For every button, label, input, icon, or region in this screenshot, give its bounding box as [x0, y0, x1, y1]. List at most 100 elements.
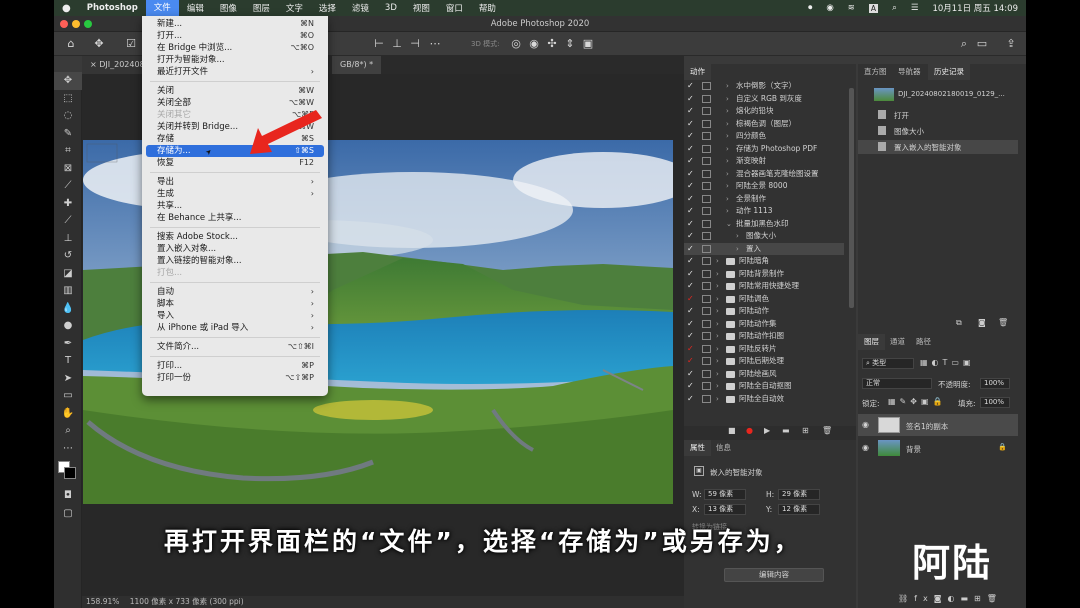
chevron-right-icon[interactable]: › [726, 193, 729, 206]
menu-item[interactable]: 打印... ⌘P [142, 360, 328, 372]
marquee-tool-icon[interactable]: ⬚ [54, 90, 82, 108]
align-center-icon[interactable]: ⊥ [390, 37, 404, 51]
3d-slide-icon[interactable]: ⇕ [563, 37, 577, 51]
checkmark-icon[interactable]: ✓ [687, 193, 694, 206]
background-color[interactable] [64, 467, 76, 479]
menu-item[interactable]: 文件简介... ⌥⇧⌘I [142, 341, 328, 353]
checkmark-icon[interactable]: ✓ [687, 105, 694, 118]
filter-icons[interactable]: ▦◐T▭▣ [920, 358, 975, 367]
search-icon[interactable]: ⌕ [892, 3, 897, 13]
lock-icons[interactable]: ▦✎✥▣🔒 [888, 397, 946, 406]
close-window-button[interactable] [60, 20, 68, 28]
checkmark-icon[interactable]: ✓ [687, 293, 694, 306]
checkmark-icon[interactable]: ✓ [687, 155, 694, 168]
chevron-right-icon[interactable]: › [726, 93, 729, 106]
checkmark-icon[interactable]: ✓ [687, 168, 694, 181]
new-layer-icon[interactable]: ⊞ [974, 594, 987, 603]
menu-layer[interactable]: 图层 [245, 2, 278, 14]
home-icon[interactable]: ⌂ [64, 37, 78, 51]
menu-photoshop[interactable]: Photoshop [79, 3, 146, 13]
chevron-right-icon[interactable]: › [716, 393, 719, 406]
chevron-right-icon[interactable]: › [726, 155, 729, 168]
action-row[interactable]: ✓ › 阿陆常用快捷处理 [684, 280, 844, 293]
play-icon[interactable]: ▶ [764, 426, 770, 435]
menu-window[interactable]: 窗口 [438, 2, 471, 14]
dialog-toggle[interactable] [702, 307, 711, 315]
delete-icon[interactable]: 🗑 [998, 318, 1008, 327]
search-icon[interactable]: ⌕ [957, 37, 971, 51]
checkmark-icon[interactable]: ✓ [687, 343, 694, 356]
chevron-right-icon[interactable]: › [716, 318, 719, 331]
eye-icon[interactable]: ◉ [826, 3, 833, 13]
zoom-tool-icon[interactable]: ⌕ [54, 422, 82, 440]
menu-item[interactable]: 共享... [142, 200, 328, 212]
wifi-icon[interactable]: ≋ [848, 3, 855, 13]
action-row[interactable]: ✓ › 四分颜色 [684, 130, 844, 143]
checkmark-icon[interactable]: ✓ [687, 218, 694, 231]
menu-item[interactable]: 脚本 › [142, 298, 328, 310]
action-row[interactable]: ✓ › 全景制作 [684, 193, 844, 206]
action-row[interactable]: ✓ › 阿陆后期处理 [684, 355, 844, 368]
document-tab[interactable]: × DJI_2024080 [82, 56, 150, 74]
move-tool-icon[interactable]: ✥ [54, 72, 82, 90]
height-input[interactable]: 29 像素 [778, 489, 820, 500]
menu-item[interactable]: 新建... ⌘N [142, 18, 328, 30]
dialog-toggle[interactable] [702, 182, 711, 190]
link-icon[interactable]: ⛓ [898, 594, 914, 603]
checkmark-icon[interactable]: ✓ [687, 380, 694, 393]
chevron-right-icon[interactable]: › [716, 305, 719, 318]
visibility-eye-icon[interactable]: ◉ [862, 420, 869, 429]
action-row[interactable]: ✓ › 存储为 Photoshop PDF [684, 143, 844, 156]
menu-item[interactable]: 打开为智能对象... [142, 54, 328, 66]
dialog-toggle[interactable] [702, 394, 711, 403]
history-snapshot[interactable]: DJI_20240802180019_0129_... [858, 86, 1018, 104]
fx-icon[interactable]: fx [914, 594, 934, 603]
auto-select-checkbox[interactable]: ☑ [124, 37, 138, 51]
chevron-down-icon[interactable]: ⌄ [726, 218, 732, 231]
menu-3d[interactable]: 3D [377, 3, 405, 13]
menu-item[interactable]: 搜索 Adobe Stock... [142, 231, 328, 243]
menu-select[interactable]: 选择 [311, 2, 344, 14]
action-row[interactable]: ✓ › 阿陆动作扣图 [684, 330, 844, 343]
quick-mask-icon[interactable]: ◘ [54, 487, 82, 505]
action-row[interactable]: ✓ › 阿陆调色 [684, 293, 844, 306]
share-icon[interactable]: ⇪ [1004, 37, 1018, 51]
checkmark-icon[interactable]: ✓ [687, 80, 694, 93]
menu-view[interactable]: 视图 [405, 2, 438, 14]
chevron-right-icon[interactable]: › [726, 105, 729, 118]
menu-item[interactable]: 在 Behance 上共享... [142, 212, 328, 224]
dialog-toggle[interactable] [702, 107, 711, 115]
brush-tool-icon[interactable]: ⟋ [54, 212, 82, 230]
chevron-right-icon[interactable]: › [716, 343, 719, 356]
action-row[interactable]: ✓ ⌄ 批量加黑色水印 [684, 218, 844, 231]
chevron-right-icon[interactable]: › [716, 368, 719, 381]
camera-icon[interactable]: ◙ [978, 318, 986, 327]
menu-edit[interactable]: 编辑 [179, 2, 212, 14]
visibility-eye-icon[interactable]: ◉ [862, 443, 869, 452]
document-tab-tail[interactable]: GB/8*) * [332, 56, 382, 74]
new-document-icon[interactable]: ⧉ [956, 318, 962, 328]
action-row[interactable]: ✓ › 阿陆动作集 [684, 318, 844, 331]
pen-tool-icon[interactable]: ✒ [54, 335, 82, 353]
chevron-right-icon[interactable]: › [726, 180, 729, 193]
chevron-right-icon[interactable]: › [726, 168, 729, 181]
dialog-toggle[interactable] [702, 119, 711, 128]
action-row[interactable]: ✓ › 阿陆反转片 [684, 343, 844, 356]
gradient-tool-icon[interactable]: ▥ [54, 282, 82, 300]
menu-filter[interactable]: 滤镜 [344, 2, 377, 14]
menu-file[interactable]: 文件 [145, 0, 179, 16]
delete-icon[interactable]: 🗑 [987, 594, 1003, 603]
dialog-toggle[interactable] [702, 157, 711, 165]
dialog-toggle[interactable] [702, 232, 711, 240]
tab-close-icon[interactable]: × [90, 60, 97, 69]
move-tool-icon[interactable]: ✥ [92, 37, 106, 51]
record-icon[interactable]: ⏺ [808, 3, 812, 13]
tab-info[interactable]: 信息 [710, 440, 737, 456]
chevron-right-icon[interactable]: › [716, 280, 719, 293]
stamp-tool-icon[interactable]: ⊥ [54, 230, 82, 248]
action-row[interactable]: ✓ › 阿陆全景 8000 [684, 180, 844, 193]
tab-actions[interactable]: 动作 [684, 64, 711, 80]
menu-item[interactable]: 置入嵌入对象... [142, 243, 328, 255]
dialog-toggle[interactable] [702, 257, 711, 265]
layer-row[interactable]: ◉ 签名1的副本 [858, 414, 1018, 436]
